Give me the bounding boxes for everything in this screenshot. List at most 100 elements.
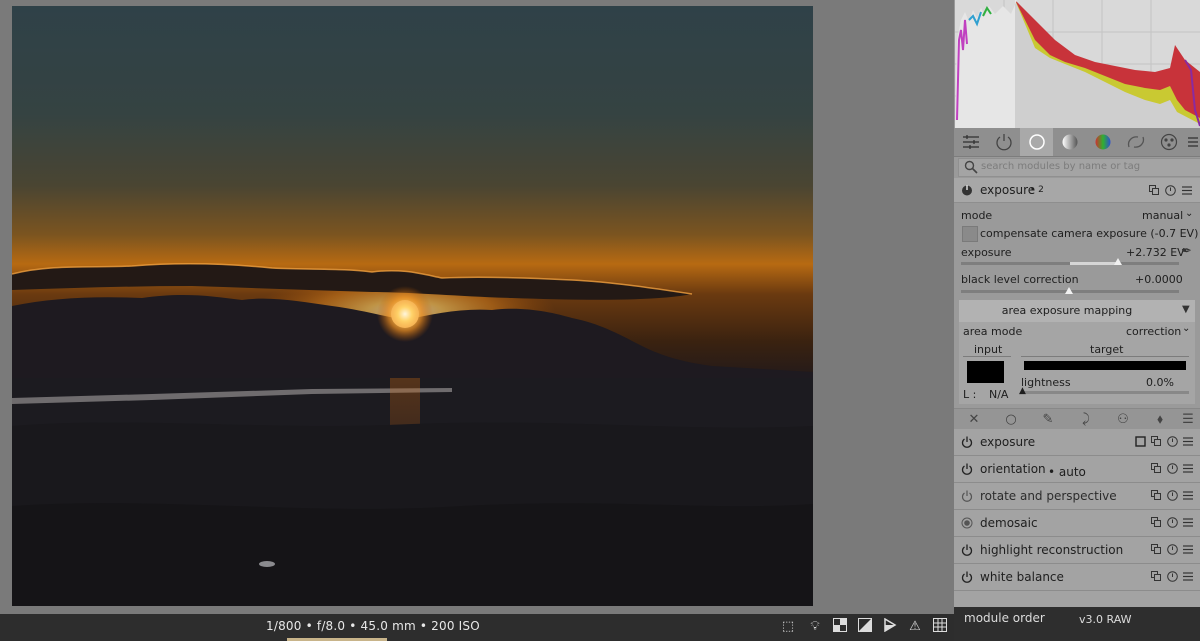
module-name: exposure (980, 435, 1036, 449)
tab-base[interactable] (1020, 128, 1053, 156)
mode-value[interactable]: manual (1142, 209, 1183, 222)
mask-square-icon (1135, 436, 1146, 447)
compensate-row[interactable]: compensate camera exposure (-0.7 EV) (954, 224, 1200, 242)
module-order-bar[interactable]: module order v3.0 RAW (954, 607, 1200, 641)
focus-peaking-icon[interactable]: ⬚ (779, 618, 797, 636)
reset-icon[interactable] (1167, 490, 1178, 501)
tab-quick-access[interactable] (954, 128, 987, 156)
presets-icon[interactable] (1182, 185, 1192, 196)
circle-mask-icon[interactable]: ○ (1003, 412, 1019, 428)
lightness-track[interactable] (1021, 391, 1189, 394)
reset-icon[interactable] (1167, 517, 1178, 528)
multi-instance-icon[interactable] (1151, 571, 1162, 582)
exposure-module-header[interactable]: exposure • 2 (954, 178, 1200, 203)
chevron-down-icon[interactable]: ⌄ (1185, 208, 1193, 219)
multi-instance-icon[interactable] (1151, 463, 1162, 474)
tab-effect[interactable] (1152, 128, 1185, 156)
exposure-slider[interactable]: exposure +2.732 EV ✒︎ (954, 244, 1200, 268)
tools-menu-icon[interactable]: ☰ (1180, 412, 1196, 428)
compensate-checkbox[interactable] (962, 226, 978, 242)
module-row[interactable]: exposure (954, 429, 1200, 456)
lightbulb-icon[interactable]: 💡︎ (806, 618, 824, 636)
power-icon[interactable] (961, 571, 973, 583)
presets-icon[interactable] (1183, 544, 1194, 555)
target-color-swatch[interactable] (1024, 361, 1186, 370)
black-level-handle[interactable] (1065, 287, 1073, 294)
multi-instance-icon[interactable] (1151, 436, 1162, 447)
module-name: rotate and perspective (980, 489, 1117, 503)
exposure-handle[interactable] (1113, 258, 1122, 265)
input-label: input (974, 343, 1003, 356)
sliders-icon (962, 135, 979, 149)
power-icon[interactable] (961, 436, 973, 448)
brush-icon[interactable]: ✎ (1040, 412, 1056, 428)
power-icon[interactable] (961, 463, 973, 475)
histogram[interactable] (955, 0, 1200, 128)
lightness-handle[interactable]: ▲ (1019, 386, 1026, 396)
always-on-icon (961, 517, 973, 529)
module-group-tabs (954, 128, 1200, 157)
l-label: L : (963, 388, 977, 401)
exposure-value: +2.732 EV (1126, 246, 1185, 259)
module-row[interactable]: demosaic (954, 510, 1200, 537)
lightness-value: 0.0% (1146, 376, 1174, 389)
module-tools-row: ✕ ○ ✎ ⤸ ⚇ ⬧ ☰ (954, 408, 1200, 431)
module-row[interactable]: rotate and perspective (954, 483, 1200, 510)
area-mode-value[interactable]: correction (1126, 325, 1181, 338)
module-row[interactable]: highlight reconstruction (954, 537, 1200, 564)
photo-preview[interactable] (12, 6, 813, 606)
reset-icon[interactable] (1167, 436, 1178, 447)
aem-title: area exposure mapping (1001, 304, 1133, 317)
multi-instance-icon[interactable] (1149, 185, 1159, 195)
rawoverexposed-icon[interactable] (856, 618, 874, 636)
search-icon (964, 160, 978, 174)
module-order-label: module order (964, 611, 1045, 625)
gamut-check-icon[interactable]: ⚠ (906, 618, 924, 636)
black-level-slider[interactable]: black level correction +0.0000 (954, 272, 1200, 296)
guides-icon[interactable] (931, 618, 949, 636)
close-icon[interactable]: ✕ (966, 412, 982, 428)
presets-icon[interactable] (1183, 517, 1194, 528)
lightness-label: lightness (1021, 376, 1071, 389)
power-icon[interactable] (961, 544, 973, 556)
gradient-icon[interactable]: ⚇ (1115, 412, 1131, 428)
multi-instance-icon[interactable] (1151, 490, 1162, 501)
reset-icon[interactable] (1167, 544, 1178, 555)
tab-correct[interactable] (1119, 128, 1152, 156)
module-row[interactable]: white balance (954, 564, 1200, 591)
module-search[interactable]: search modules by name or tag (958, 158, 1200, 177)
module-row[interactable]: orientation • auto (954, 456, 1200, 483)
mode-row[interactable]: mode manual ⌄ (954, 208, 1200, 224)
chevron-down-icon[interactable]: ⌄ (1182, 323, 1190, 334)
module-instance: • 2 (1030, 185, 1044, 195)
tab-color[interactable] (1086, 128, 1119, 156)
pattern-icon[interactable]: ⬧ (1152, 412, 1168, 428)
softproof-icon[interactable] (881, 617, 899, 636)
reset-icon[interactable] (1167, 463, 1178, 474)
overexposed-icon[interactable] (831, 618, 849, 636)
reset-icon[interactable] (1165, 185, 1176, 196)
aem-header[interactable]: area exposure mapping ▼ (959, 300, 1195, 322)
area-mode-label: area mode (963, 325, 1023, 338)
target-label: target (1090, 343, 1124, 356)
multi-instance-icon[interactable] (1151, 517, 1162, 528)
module-row-partial[interactable] (954, 591, 1200, 608)
power-off-icon[interactable] (961, 490, 973, 502)
presets-icon[interactable] (1183, 463, 1194, 474)
path-icon[interactable]: ⤸ (1078, 412, 1094, 428)
mode-label: mode (961, 209, 993, 222)
reset-icon[interactable] (1167, 571, 1178, 582)
search-input[interactable]: search modules by name or tag (981, 161, 1140, 172)
presets-menu-icon[interactable] (1185, 128, 1200, 156)
tab-tone[interactable] (1053, 128, 1086, 156)
power-icon[interactable] (961, 184, 973, 196)
collapse-triangle-icon[interactable]: ▼ (1182, 304, 1190, 315)
sunset-image (12, 6, 813, 606)
tab-active-modules[interactable] (987, 128, 1020, 156)
presets-icon[interactable] (1183, 490, 1194, 501)
presets-icon[interactable] (1183, 571, 1194, 582)
module-name: highlight reconstruction (980, 543, 1124, 557)
multi-instance-icon[interactable] (1151, 544, 1162, 555)
presets-icon[interactable] (1183, 436, 1194, 447)
color-picker-icon[interactable]: ✒︎ (1181, 244, 1192, 259)
